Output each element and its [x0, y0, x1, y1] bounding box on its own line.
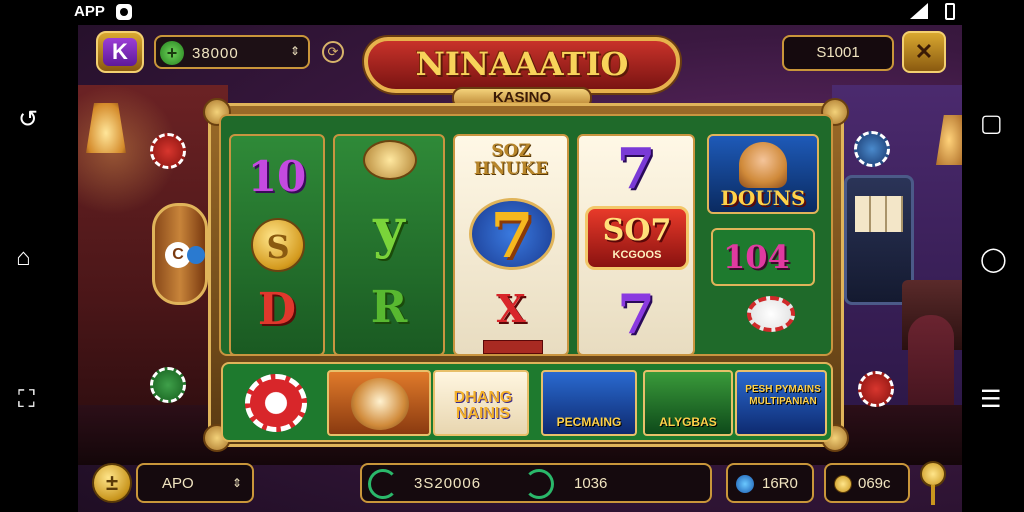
- reel-toggle-button[interactable]: C: [152, 203, 208, 305]
- signal-icon: [910, 3, 928, 19]
- reel-symbol: 7: [617, 282, 655, 346]
- chevron-updown-icon: ⇕: [231, 476, 242, 490]
- reel-symbol: R: [370, 282, 408, 333]
- gold-coin-icon: S: [251, 218, 305, 272]
- reel-symbol: 7: [616, 136, 656, 202]
- feature-tile-title: DOUNS: [720, 186, 806, 210]
- bet-label: APO: [162, 475, 194, 492]
- game-card-title: DHANG NAINIS: [453, 389, 513, 422]
- status-bar: APP: [0, 0, 1024, 24]
- add-coins-icon[interactable]: +: [160, 41, 184, 65]
- gems-display[interactable]: 16R0: [726, 463, 814, 503]
- reel-2: y R: [333, 134, 445, 356]
- reel-symbol: S: [266, 228, 290, 266]
- refresh-icon[interactable]: ⟳: [322, 41, 344, 63]
- reel-3: SOZ HNUKE 7 X: [453, 134, 569, 356]
- bonus-badge: SO7 KCGOOS: [585, 206, 689, 270]
- game-logo: NINAAATIO KASINO: [364, 31, 680, 109]
- chevron-updown-icon: ⇕: [289, 44, 300, 58]
- coin-menu-button[interactable]: ±: [92, 463, 132, 503]
- bet-selector[interactable]: APO ⇕: [136, 463, 254, 503]
- mascot-coin-icon: [363, 140, 417, 180]
- profile-k-button[interactable]: K: [96, 31, 144, 73]
- battery-icon: [945, 3, 955, 20]
- game-card-title: PESH PYMAINS MULTIPANIAN: [745, 384, 821, 407]
- games-carousel: DHANG NAINIS PECMAING ALYGBAS PESH PYMAI…: [221, 362, 833, 442]
- nav-home-icon[interactable]: ⌂: [16, 246, 31, 270]
- gold-value: 069c: [858, 475, 891, 492]
- app-icon: [116, 4, 132, 20]
- nav-menu-icon[interactable]: ☰: [980, 388, 1002, 412]
- game-card-alygbas[interactable]: ALYGBAS: [643, 370, 733, 436]
- reel-symbol: 10: [247, 152, 307, 201]
- side-chip-red-right-icon[interactable]: [858, 371, 894, 407]
- side-chip-blue-icon[interactable]: [854, 131, 890, 167]
- gems-value: 16R0: [762, 475, 798, 492]
- reel-base-bar: [483, 340, 543, 354]
- lucky-seven-badge: 7: [469, 198, 555, 272]
- top-balance-display: S1001: [782, 35, 894, 71]
- reel-symbol: SOZ HNUKE: [473, 141, 549, 179]
- game-card-mascot[interactable]: [327, 370, 431, 436]
- mascot-icon: [351, 378, 409, 430]
- reel-symbol: 7: [490, 199, 534, 272]
- gem-icon: [736, 475, 754, 493]
- reel-4: 7 SO7 KCGOOS 7: [577, 134, 695, 356]
- side-chip-green-icon[interactable]: [150, 367, 186, 403]
- reel-symbol: X: [496, 286, 526, 331]
- game-card-title: PECMAING: [556, 415, 622, 429]
- game-viewport: K + 38000 ⇕ ⟳ NINAAATIO KASINO S1001 ✕ C: [78, 25, 962, 512]
- profile-k-label: K: [103, 38, 137, 66]
- win-display: 3S20006 1036: [360, 463, 712, 503]
- key-stem-icon: [931, 485, 935, 505]
- reel-area: 10 S D y R SOZ HNUKE 7 X 7 SO7 KCGOOS 7 …: [219, 114, 833, 356]
- nav-back-icon[interactable]: ↺: [18, 108, 38, 132]
- game-card-pesh[interactable]: PESH PYMAINS MULTIPANIAN: [735, 370, 827, 436]
- reel-1: 10 S D: [229, 134, 325, 356]
- coin-balance-selector[interactable]: + 38000 ⇕: [154, 35, 310, 69]
- status-app-label: APP: [74, 3, 105, 20]
- close-icon[interactable]: ✕: [902, 31, 946, 73]
- gold-coin-icon: [834, 475, 852, 493]
- slot-cabinet: 10 S D y R SOZ HNUKE 7 X 7 SO7 KCGOOS 7 …: [203, 98, 849, 452]
- key-icon[interactable]: [920, 461, 946, 487]
- feature-tile-douns[interactable]: DOUNS: [707, 134, 819, 214]
- bonus-badge-sub: KCGOOS: [612, 249, 662, 261]
- reel-symbol: D: [257, 284, 297, 335]
- game-card-title: ALYGBAS: [659, 415, 717, 429]
- nav-home-circle-icon[interactable]: ◯: [980, 248, 1007, 272]
- gold-display[interactable]: 069c: [824, 463, 910, 503]
- bonus-badge-value: SO7: [602, 213, 672, 248]
- win-value: 3S20006: [414, 475, 482, 492]
- coin-balance-value: 38000: [192, 45, 239, 62]
- multiplier-value: 104: [723, 238, 790, 276]
- poker-chip-icon[interactable]: [245, 374, 307, 432]
- nav-recent-icon[interactable]: ⛶: [18, 388, 35, 412]
- reel-symbol: y: [373, 196, 405, 260]
- win-right-arc: [524, 469, 554, 499]
- screen: APP ↺ ⌂ ⛶ ▢ ◯ ☰ K + 38000 ⇕ ⟳ NINAAATIO …: [0, 0, 1024, 512]
- nav-overview-icon[interactable]: ▢: [980, 112, 1003, 136]
- game-card-pecmaing[interactable]: PECMAING: [541, 370, 637, 436]
- side-chip-red-icon[interactable]: [150, 133, 186, 169]
- character-portrait: [739, 142, 787, 188]
- win-left-arc: [368, 469, 398, 499]
- multiplier-tile[interactable]: 104: [711, 228, 815, 286]
- game-card-dhang[interactable]: DHANG NAINIS: [433, 370, 529, 436]
- dice-icon: [747, 296, 795, 332]
- win-side-value: 1036: [574, 475, 608, 492]
- arrow-right-icon: [187, 246, 205, 264]
- logo-title: NINAAATIO: [415, 45, 629, 83]
